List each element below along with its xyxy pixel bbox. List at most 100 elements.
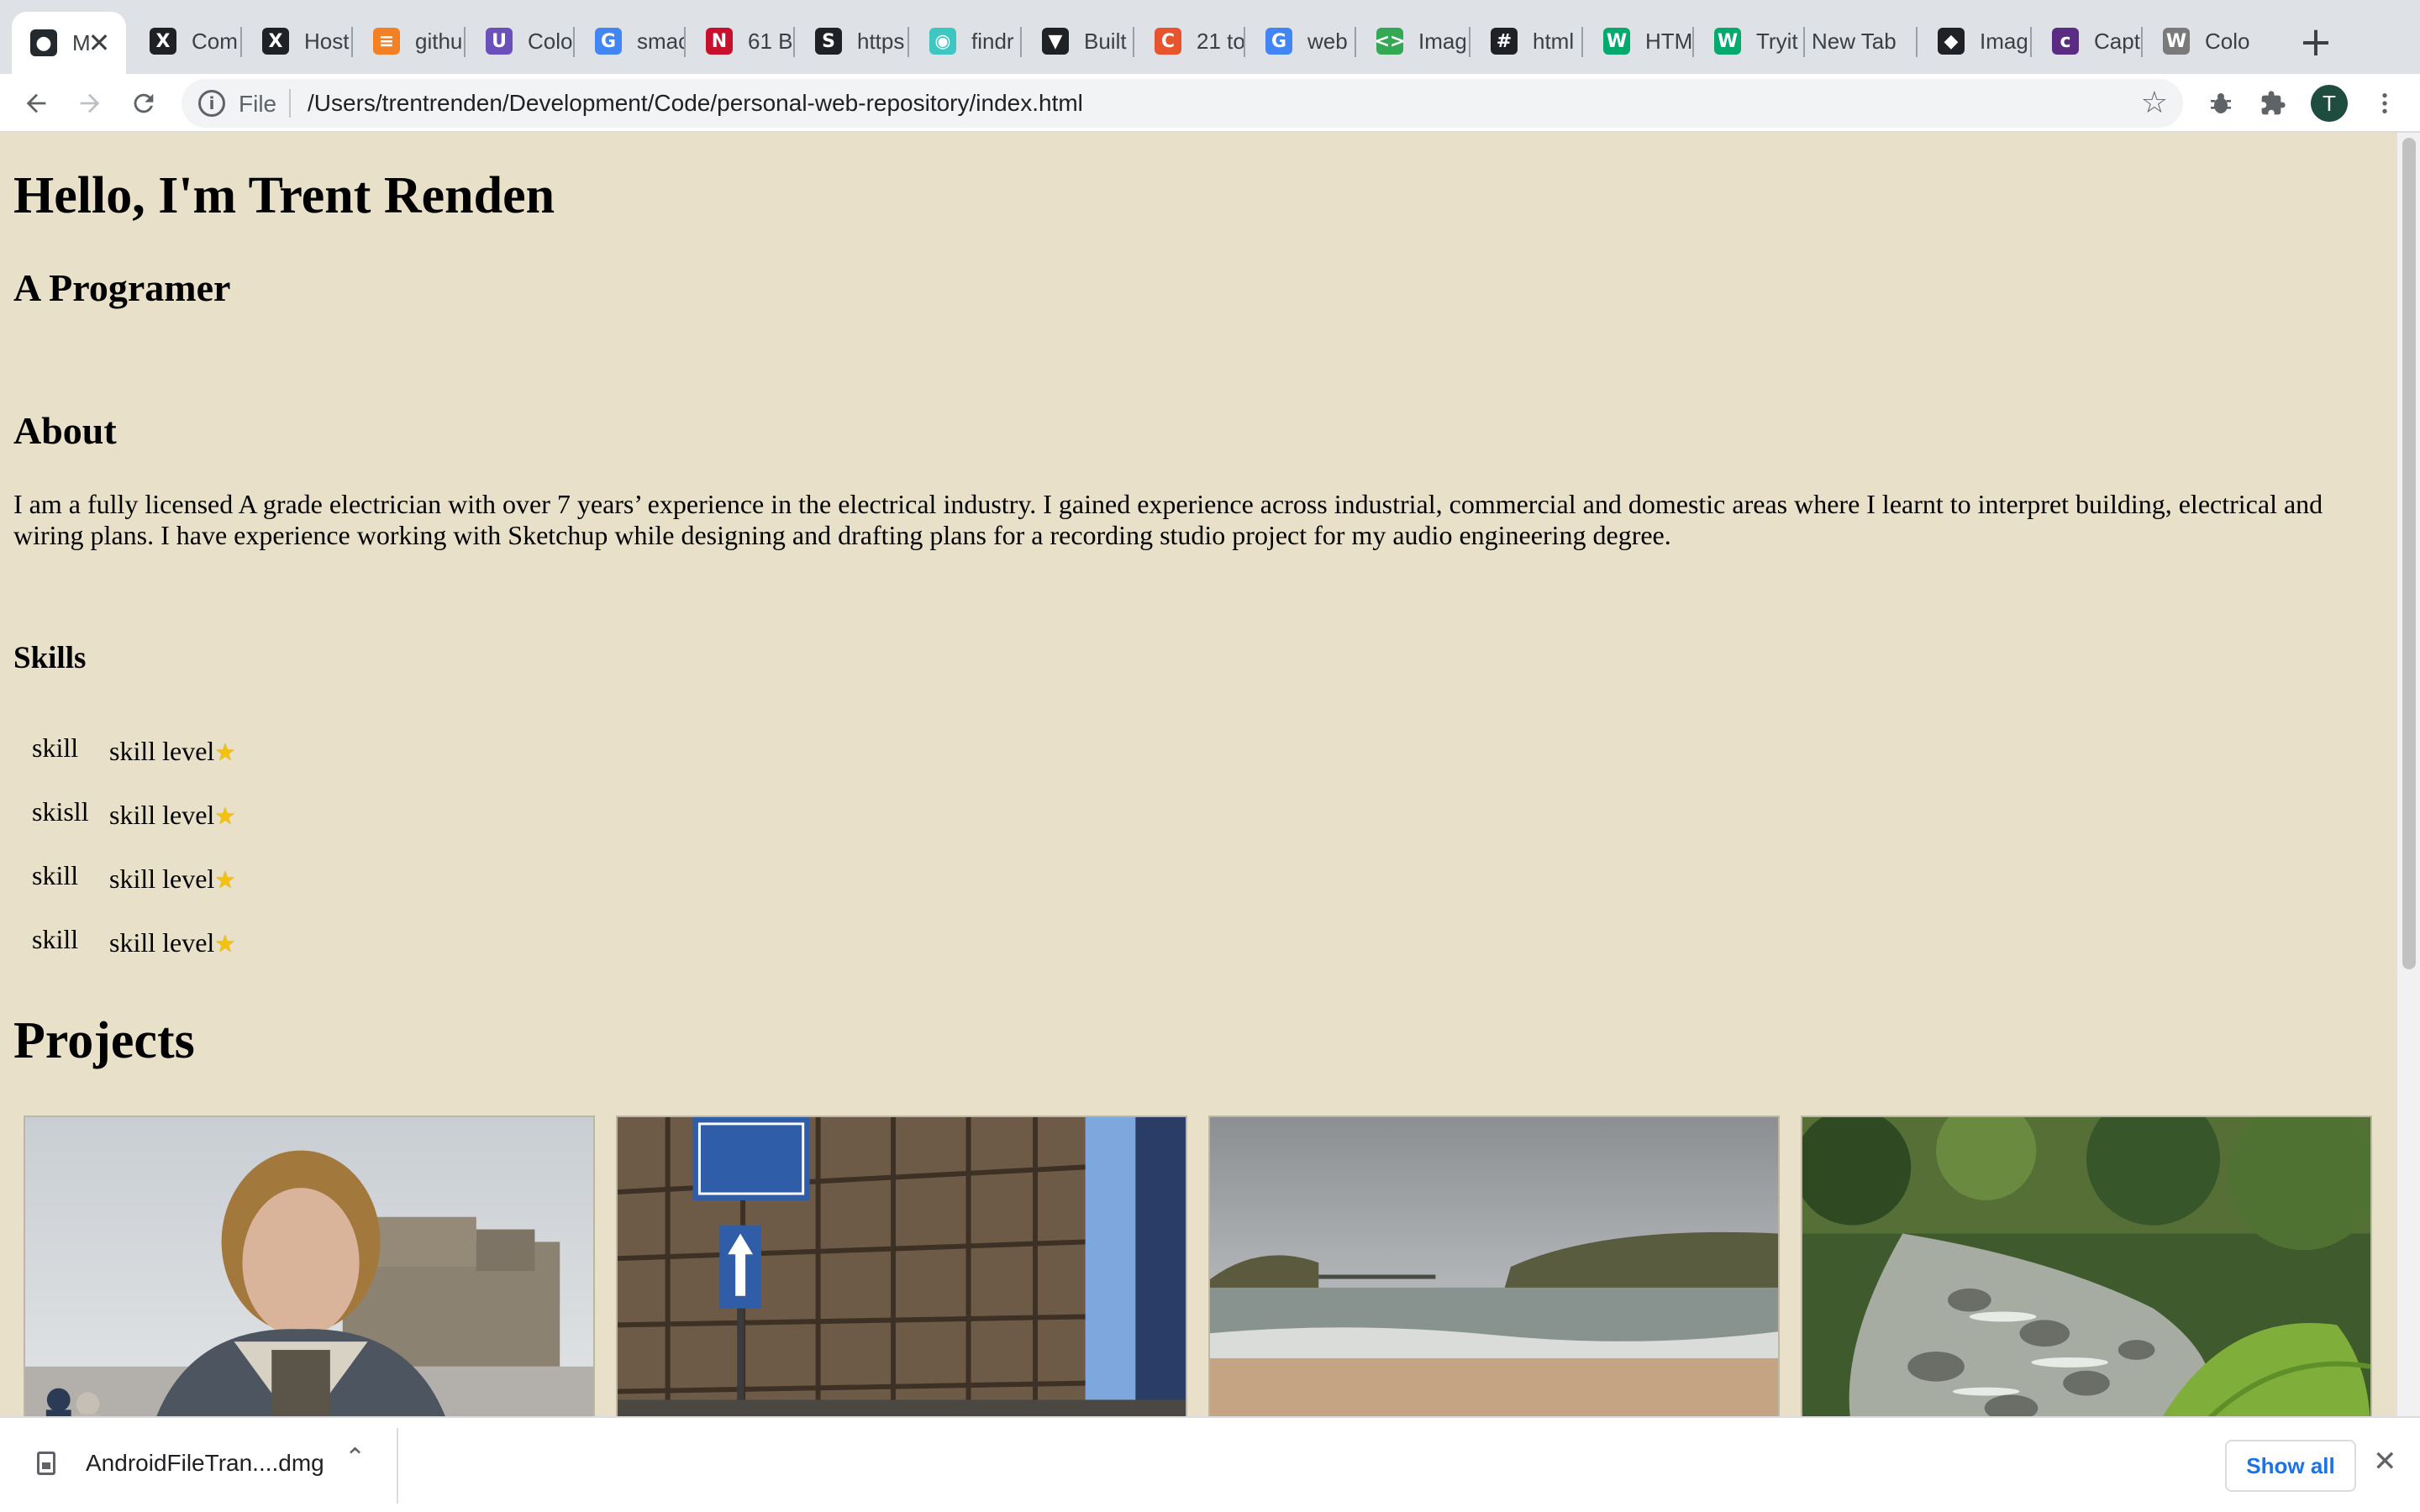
skill-level-text: skill level [109,736,215,766]
tab-title: Capt [2094,28,2140,54]
show-all-button[interactable]: Show all [2225,1440,2356,1492]
address-bar[interactable]: i File /Users/trentrenden/Development/Co… [182,79,2183,128]
tab-separator [2030,27,2032,57]
tab-title: New Tab [1812,28,1897,54]
shield-icon: ▼ [1042,28,1069,55]
tab-title: findr [971,28,1014,54]
address-url[interactable]: /Users/trentrenden/Development/Code/pers… [308,90,1083,117]
skill-level: skill level★ [109,736,235,767]
download-divider [397,1428,398,1504]
star-icon: ★ [214,802,236,830]
address-divider [289,89,291,118]
project-image-beach-cove[interactable] [1208,1116,1780,1416]
css-logo-icon: C [1155,28,1181,55]
scrollbar-thumb[interactable] [2402,138,2416,969]
browser-tab[interactable]: Gweb [1247,13,1356,69]
browser-menu-button[interactable] [2365,84,2404,123]
skill-name: skill [32,924,79,954]
findr-icon: ◉ [929,28,956,55]
tab-title: Imag [1980,28,2027,54]
photo-beach-cove [1210,1117,1778,1416]
browser-tab[interactable]: W Colo [2144,13,2254,69]
browser-tab[interactable]: C 21 to [1136,13,1245,69]
w3schools-icon: W [1714,28,1741,55]
tab-title: 61 B [748,28,793,54]
wordpress-icon: W [2163,28,2190,55]
reload-button[interactable] [124,84,163,123]
about-paragraph: I am a fully licensed A grade electricia… [13,489,2323,550]
browser-tab[interactable]: <> Imag [1358,13,1467,69]
skills-heading: Skills [13,641,87,675]
skill-name: skill [32,860,79,890]
tab-title: githu [415,28,462,54]
page-content: Hello, I'm Trent Renden A Programer Abou… [0,133,2396,1416]
tab-separator [1020,27,1022,57]
close-icon[interactable]: ✕ [2373,1445,2397,1478]
browser-tab[interactable]: W Tryit [1696,13,1805,69]
browser-tab[interactable]: # html [1472,13,1581,69]
kebab-menu-icon [2382,93,2387,113]
star-icon: ★ [214,930,236,958]
extensions-button[interactable] [2254,84,2292,123]
skill-level-text: skill level [109,864,215,894]
extension-bug-button[interactable] [2202,84,2240,123]
back-button[interactable] [17,84,55,123]
back-arrow-icon [26,93,46,113]
tab-title: html [1533,28,1575,54]
tab-separator [573,27,575,57]
skill-level-text: skill level [109,927,215,958]
chevron-up-icon[interactable]: ⌃ [345,1443,366,1473]
skill-name: skisll [32,796,89,827]
browser-tab[interactable]: X Host [244,13,353,69]
browser-tab[interactable]: ◆ Imag [1919,13,2028,69]
skill-level: skill level★ [109,927,235,958]
profile-avatar[interactable]: T [2311,85,2348,122]
tab-title: Com [192,28,238,54]
reload-icon [134,93,154,113]
tab-separator [684,27,686,57]
tab-separator [351,27,353,57]
project-image-forest-creek[interactable] [1801,1116,2372,1416]
browser-tab[interactable]: ≡ githu [355,13,464,69]
download-item-name[interactable]: AndroidFileTran....dmg [86,1450,324,1477]
browser-tab[interactable]: ● M ✕ [12,12,126,74]
info-icon[interactable]: i [198,90,225,117]
browser-tab[interactable]: X Com [131,13,240,69]
x-logo-icon: X [262,28,289,55]
tab-separator [793,27,795,57]
browser-tab[interactable]: Gsmac [576,13,686,69]
project-image-person-castle[interactable] [24,1116,595,1416]
browser-tab[interactable]: ▼ Built [1023,13,1133,69]
new-tab-button[interactable]: + [2292,18,2339,66]
tab-separator [464,27,466,57]
browser-tab[interactable]: N 61 B [687,13,797,69]
tab-title: https [857,28,904,54]
red-logo-icon: N [706,28,733,55]
browser-tab[interactable]: c Capt [2033,13,2143,69]
skill-level-text: skill level [109,800,215,830]
w3schools-icon: W [1603,28,1630,55]
photo-forest-creek [1802,1117,2370,1416]
tab-title: Imag [1418,28,1465,54]
tab-separator [1244,27,1245,57]
project-image-street-scaffolding[interactable] [616,1116,1187,1416]
coloris-icon: c [2052,28,2079,55]
tab-title: Tryit [1756,28,1798,54]
stackoverflow-icon: ≡ [373,28,400,55]
photo-street-scaffolding [618,1117,1186,1416]
forward-button[interactable] [71,84,109,123]
browser-tab[interactable]: Shttps [797,13,906,69]
tab-close-icon[interactable]: ✕ [84,27,114,59]
tab-title: Host [304,28,350,54]
bookmark-star-icon[interactable]: ☆ [2141,86,2168,120]
browser-tab[interactable]: ◉ findr [911,13,1020,69]
tab-separator [1916,27,1918,57]
star-icon: ★ [214,866,236,894]
browser-tab[interactable]: W HTM [1585,13,1694,69]
s-logo-icon: S [815,28,842,55]
google-icon: G [1265,28,1292,55]
tab-title: smac [637,28,684,54]
page-scrollbar[interactable] [2396,133,2420,1416]
browser-tab[interactable]: New Tab [1807,13,1916,69]
browser-tab[interactable]: U Colo [467,13,576,69]
